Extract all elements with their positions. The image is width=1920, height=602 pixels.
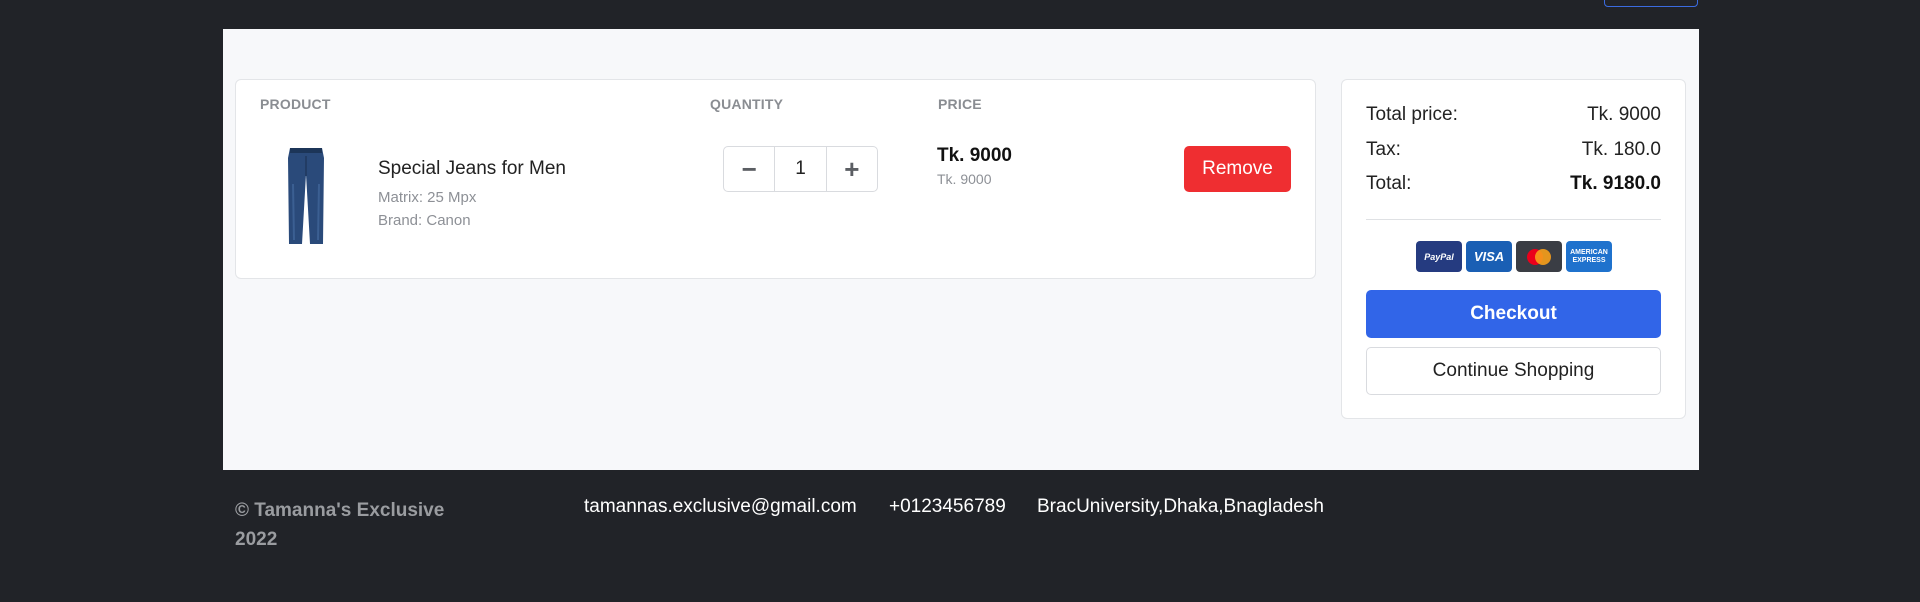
product-name[interactable]: Special Jeans for Men bbox=[378, 158, 566, 180]
continue-shopping-button[interactable]: Continue Shopping bbox=[1366, 347, 1661, 395]
quantity-column-header: QUANTITY bbox=[710, 96, 784, 112]
footer-phone[interactable]: +0123456789 bbox=[889, 496, 1006, 518]
paypal-icon: PayPal bbox=[1416, 241, 1462, 272]
cart-page: PRODUCT QUANTITY PRICE Special Jeans for… bbox=[223, 29, 1699, 470]
mastercard-icon bbox=[1516, 241, 1562, 272]
visa-icon: VISA bbox=[1466, 241, 1512, 272]
increase-quantity-button[interactable]: + bbox=[827, 147, 877, 191]
tax-value: Tk. 180.0 bbox=[1581, 139, 1661, 160]
decrease-quantity-button[interactable]: − bbox=[724, 147, 774, 191]
footer-copyright: © Tamanna's Exclusive 2022 bbox=[235, 500, 445, 550]
tax-row: Tax: Tk. 180.0 bbox=[1366, 139, 1661, 161]
tax-label: Tax: bbox=[1366, 139, 1401, 160]
total-row: Total: Tk. 9180.0 bbox=[1366, 173, 1661, 195]
summary-divider bbox=[1366, 219, 1661, 220]
item-price: Tk. 9000 bbox=[937, 145, 1012, 166]
total-price-label: Total price: bbox=[1366, 104, 1458, 125]
total-price-value: Tk. 9000 bbox=[1587, 104, 1661, 125]
product-column-header: PRODUCT bbox=[260, 96, 331, 112]
checkout-button[interactable]: Checkout bbox=[1366, 290, 1661, 338]
order-summary: Total price: Tk. 9000 Tax: Tk. 180.0 Tot… bbox=[1341, 79, 1686, 419]
plus-icon: + bbox=[844, 153, 860, 184]
remove-button[interactable]: Remove bbox=[1184, 146, 1291, 192]
total-value: Tk. 9180.0 bbox=[1570, 173, 1661, 194]
footer-email[interactable]: tamannas.exclusive@gmail.com bbox=[584, 496, 857, 518]
product-image bbox=[288, 148, 324, 244]
quantity-input[interactable]: 1 bbox=[774, 147, 827, 191]
cart-table: PRODUCT QUANTITY PRICE Special Jeans for… bbox=[235, 79, 1316, 279]
total-label: Total: bbox=[1366, 173, 1412, 194]
minus-icon: − bbox=[741, 153, 757, 184]
footer-address: BracUniversity,Dhaka,Bnagladesh bbox=[1037, 496, 1324, 517]
item-unit-price: Tk. 9000 bbox=[937, 171, 992, 187]
product-brand: Brand: Canon bbox=[378, 212, 471, 229]
quantity-stepper: − 1 + bbox=[723, 146, 878, 192]
price-column-header: PRICE bbox=[938, 96, 982, 112]
header-button[interactable] bbox=[1604, 0, 1698, 7]
product-matrix: Matrix: 25 Mpx bbox=[378, 189, 477, 206]
payment-methods: PayPal VISA AMERICAN EXPRESS bbox=[1416, 241, 1612, 272]
amex-icon: AMERICAN EXPRESS bbox=[1566, 241, 1612, 272]
total-price-row: Total price: Tk. 9000 bbox=[1366, 104, 1661, 126]
